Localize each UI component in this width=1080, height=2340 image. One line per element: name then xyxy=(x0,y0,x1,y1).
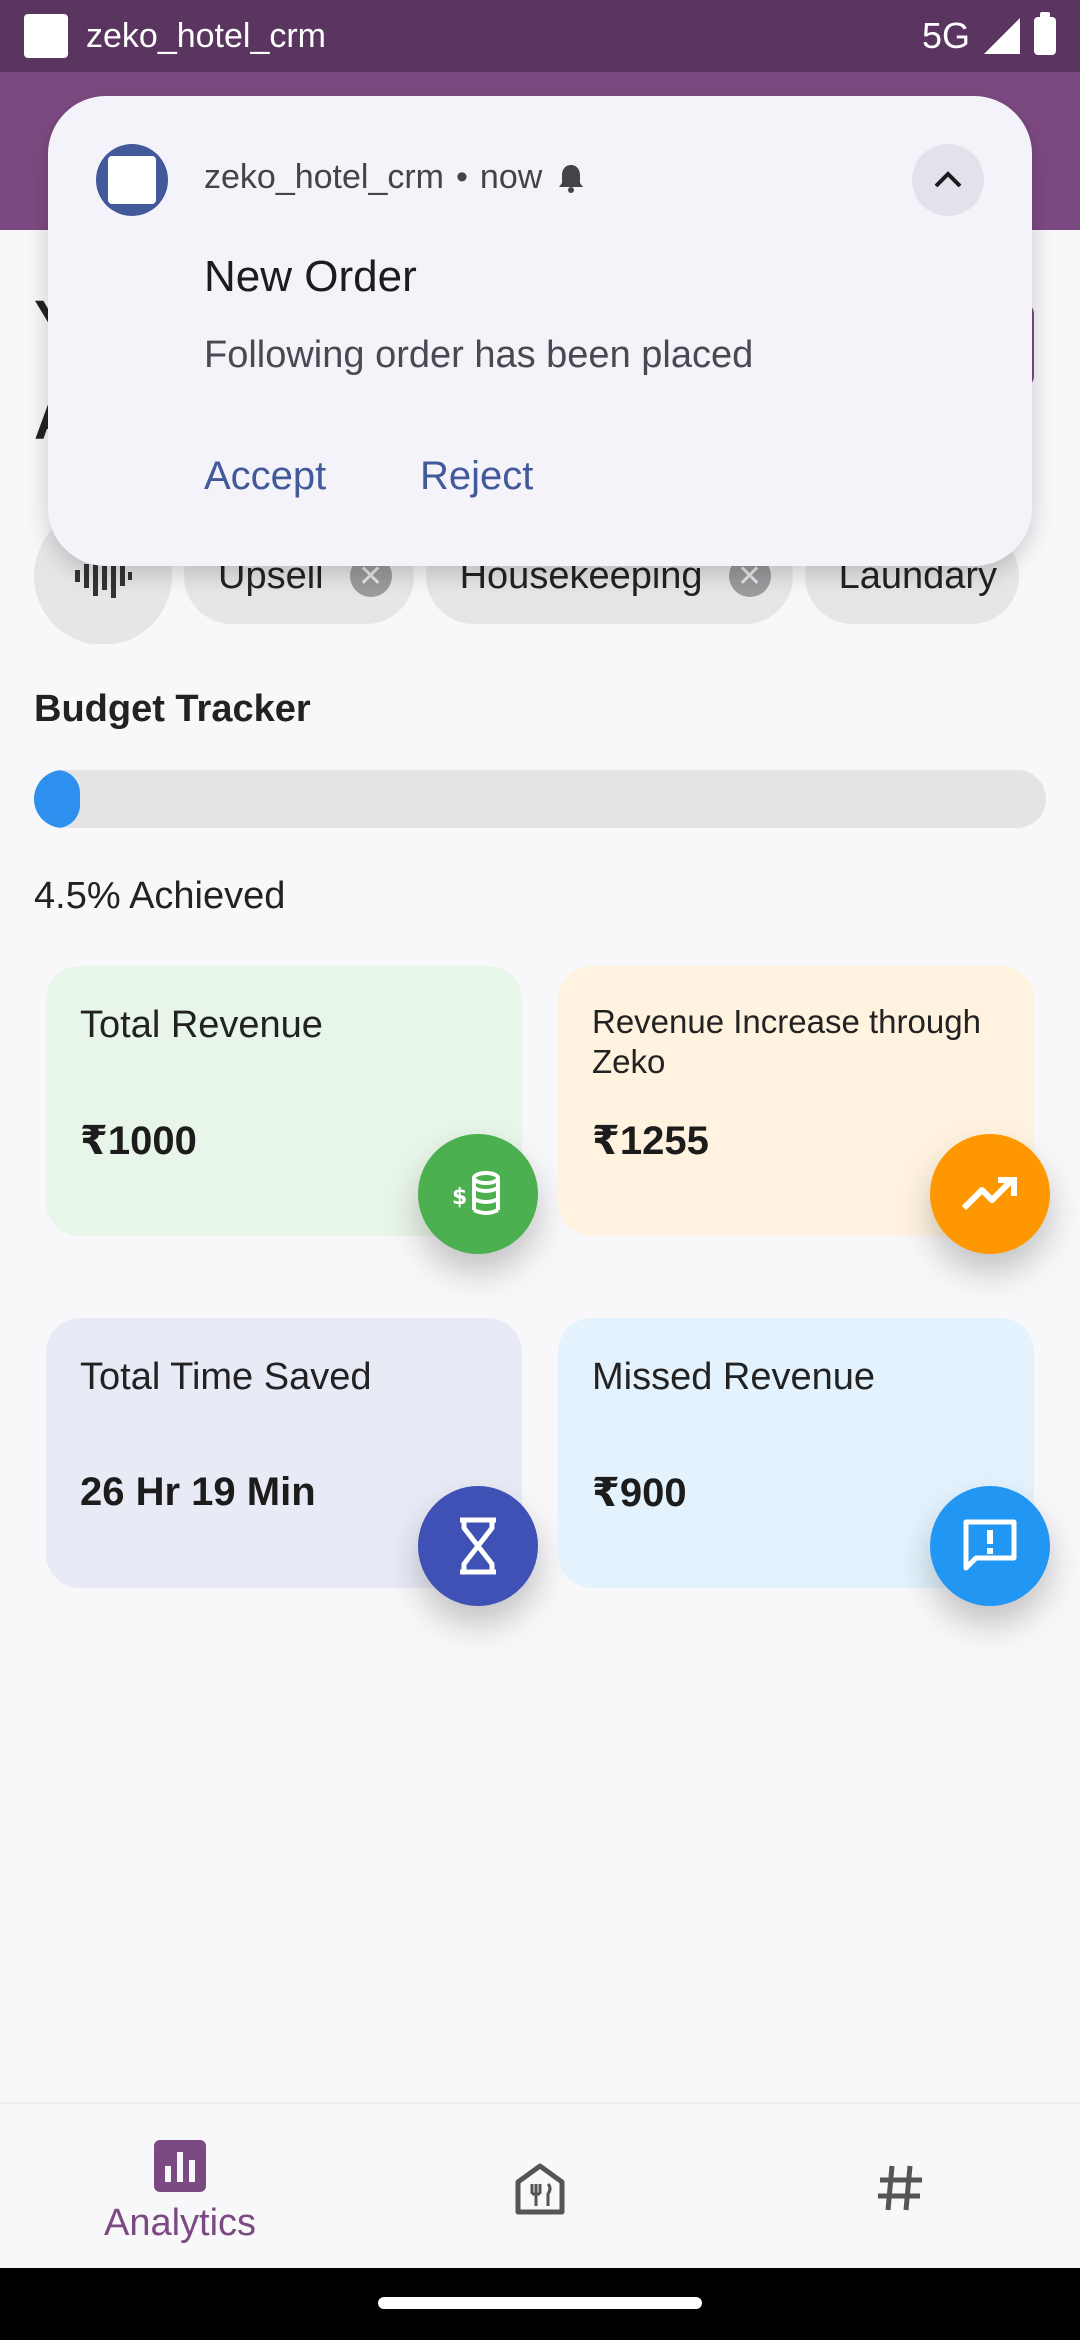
app-icon xyxy=(96,144,168,216)
battery-icon xyxy=(1034,12,1056,55)
chevron-up-icon xyxy=(934,171,962,188)
card-title: Revenue Increase through Zeko xyxy=(592,1003,981,1080)
card-title: Missed Revenue xyxy=(592,1356,876,1398)
notification-title: New Order xyxy=(204,252,417,301)
card-value: ₹900 xyxy=(592,1471,687,1515)
trending-up-icon[interactable] xyxy=(930,1134,1050,1254)
time-saved-card[interactable]: Total Time Saved 26 Hr 19 Min xyxy=(46,1318,538,1606)
notification-app-name: zeko_hotel_crm xyxy=(204,158,445,196)
reject-button[interactable]: Reject xyxy=(420,454,533,499)
notification-text: Following order has been placed xyxy=(204,334,754,376)
card-value: ₹1000 xyxy=(80,1119,197,1163)
app-notification-icon xyxy=(24,14,68,58)
card-title: Total Revenue xyxy=(80,1004,323,1046)
hashtag-icon xyxy=(878,2165,922,2211)
card-value: ₹1255 xyxy=(592,1119,709,1163)
status-app-name: zeko_hotel_crm xyxy=(86,16,327,55)
accept-button[interactable]: Accept xyxy=(204,454,326,499)
card-title: Total Time Saved xyxy=(80,1356,372,1398)
collapse-button[interactable] xyxy=(912,144,984,216)
network-type: 5G xyxy=(921,15,970,56)
total-revenue-card[interactable]: Total Revenue ₹1000 $ xyxy=(46,966,538,1254)
feedback-icon[interactable] xyxy=(930,1486,1050,1606)
home-gesture-handle[interactable] xyxy=(378,2297,702,2309)
budget-progress-bar xyxy=(34,770,1046,828)
budget-progress-fill xyxy=(34,770,80,828)
analytics-icon xyxy=(154,2140,206,2192)
restaurant-icon xyxy=(515,2163,565,2215)
nav-label: Analytics xyxy=(103,2202,257,2244)
svg-text:$: $ xyxy=(452,1185,467,1210)
budget-tracker-title: Budget Tracker xyxy=(34,688,311,730)
missed-revenue-card[interactable]: Missed Revenue ₹900 xyxy=(558,1318,1050,1606)
revenue-increase-card[interactable]: Revenue Increase through Zeko ₹1255 xyxy=(558,966,1050,1254)
nav-analytics[interactable]: Analytics xyxy=(0,2104,360,2268)
status-indicators: 5G xyxy=(921,12,1056,57)
nav-hashtag[interactable] xyxy=(720,2104,1080,2268)
hourglass-icon[interactable] xyxy=(418,1486,538,1606)
money-stack-icon[interactable]: $ xyxy=(418,1134,538,1254)
bell-icon xyxy=(559,164,584,193)
separator-dot: • xyxy=(456,158,468,196)
order-notification[interactable]: zeko_hotel_crm • now New Order Following… xyxy=(48,96,1032,566)
notification-time: now xyxy=(479,158,543,196)
signal-icon xyxy=(984,18,1020,54)
nav-restaurant[interactable] xyxy=(360,2104,720,2268)
bottom-navigation: Analytics xyxy=(0,2102,1080,2268)
status-bar: zeko_hotel_crm 5G xyxy=(0,0,1080,72)
card-value: 26 Hr 19 Min xyxy=(80,1470,316,1514)
budget-achieved-label: 4.5% Achieved xyxy=(34,875,286,917)
notification-meta: zeko_hotel_crm • now xyxy=(204,158,588,197)
